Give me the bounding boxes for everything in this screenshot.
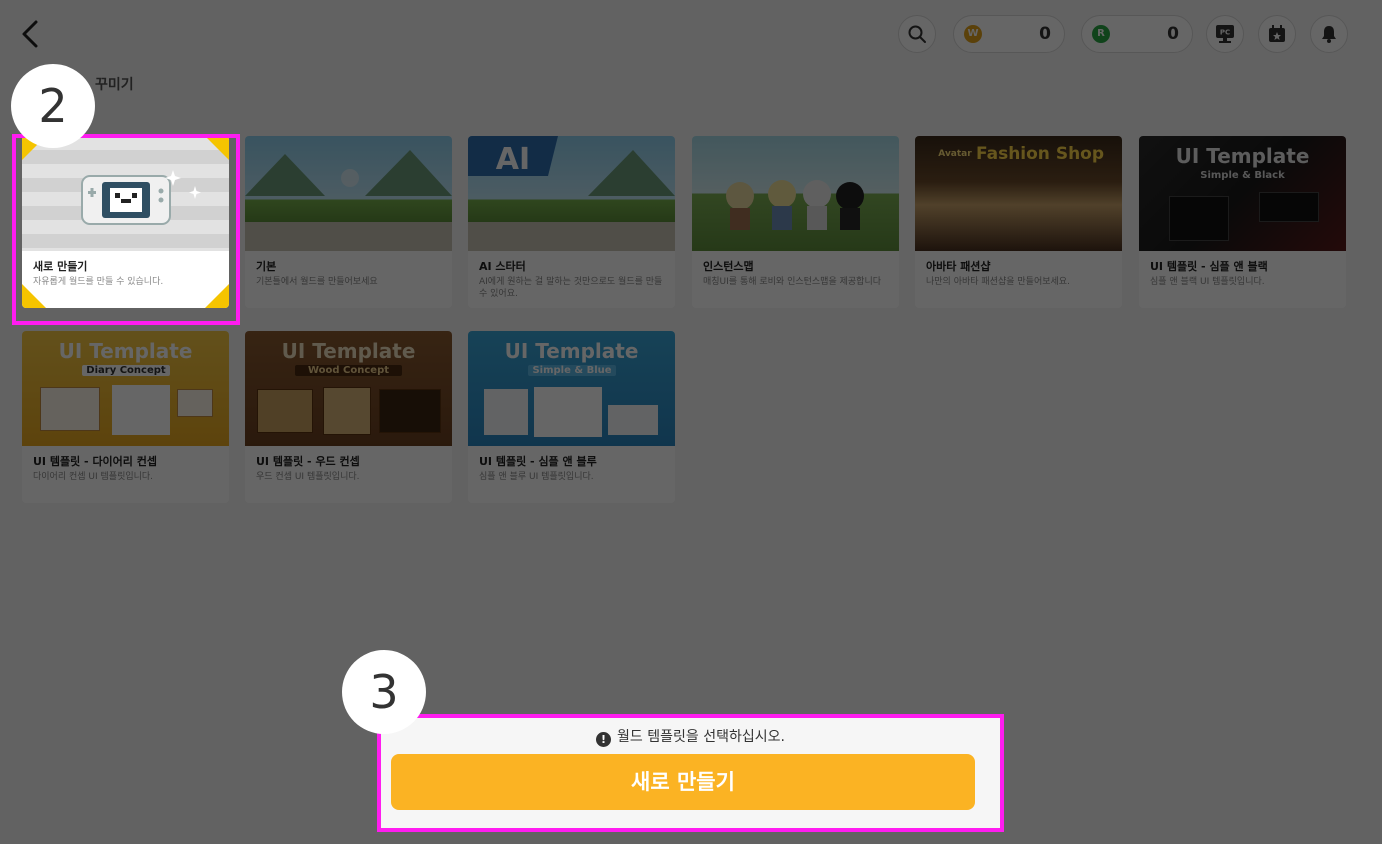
thumb-title: AI (495, 142, 531, 177)
template-card-fashion-shop[interactable]: Avatar Fashion Shop 아바타 패션샵 나만의 아바타 패션샵을… (915, 136, 1122, 308)
card-title: AI 스타터 (479, 260, 526, 273)
template-card-simple-black[interactable]: UI Template Simple & Black UI 템플릿 - 심플 앤… (1139, 136, 1346, 308)
card-title: UI 템플릿 - 다이어리 컨셉 (33, 455, 157, 468)
mock-panel (379, 389, 441, 433)
coin-r-icon: R (1092, 25, 1110, 43)
card-desc: 기본틀에서 월드를 만들어보세요 (256, 277, 378, 287)
thumb-title: Fashion Shop (975, 144, 1105, 164)
search-button[interactable] (898, 15, 936, 53)
thumb-title: UI Template (504, 339, 639, 363)
currency-w-value: 0 (1039, 24, 1051, 44)
notification-button[interactable] (1310, 15, 1348, 53)
template-thumbnail: Avatar Fashion Shop (915, 136, 1122, 251)
thumb-subtitle: Avatar (938, 149, 972, 159)
card-title: UI 템플릿 - 심플 앤 블루 (479, 455, 597, 468)
mock-panel (40, 387, 100, 431)
template-card-basic[interactable]: 기본 기본틀에서 월드를 만들어보세요 (245, 136, 452, 308)
card-title: UI 템플릿 - 우드 컨셉 (256, 455, 360, 468)
card-desc: AI에게 원하는 걸 말하는 것만으로도 월드를 만들 수 있어요. (479, 277, 663, 299)
mock-panel (1259, 192, 1319, 222)
step-badge-2: 2 (11, 64, 95, 148)
template-card-wood[interactable]: UI Template Wood Concept UI 템플릿 - 우드 컨셉 … (245, 331, 452, 503)
card-title: 기본 (256, 260, 277, 273)
template-thumbnail: UI Template Simple & Blue (468, 331, 675, 446)
back-button[interactable] (16, 18, 46, 50)
card-desc: 심플 앤 블랙 UI 템플릿입니다. (1150, 277, 1265, 287)
bell-icon (1322, 26, 1336, 43)
chevron-left-icon (22, 20, 38, 48)
mock-panel (112, 385, 170, 435)
template-card-diary[interactable]: UI Template Diary Concept UI 템플릿 - 다이어리 … (22, 331, 229, 503)
currency-w-chip[interactable]: W 0 (953, 15, 1065, 53)
thumb-title: UI Template (281, 339, 416, 363)
highlight-frame-bottom (377, 714, 1004, 832)
pc-monitor-icon: PC (1216, 25, 1234, 43)
template-thumbnail (245, 136, 452, 251)
highlight-frame-card (12, 134, 240, 325)
thumb-subtitle: Simple & Blue (528, 365, 616, 376)
template-card-instance-map[interactable]: 인스턴스맵 매칭UI를 통해 로비와 인스턴스맵을 제공합니다 (692, 136, 899, 308)
coin-w-icon: W (964, 25, 982, 43)
mock-panel (257, 389, 313, 433)
card-desc: 나만의 아바타 패션샵을 만들어보세요. (926, 277, 1070, 287)
pc-button[interactable]: PC (1206, 15, 1244, 53)
template-thumbnail: AI (468, 136, 675, 251)
card-title: 인스턴스맵 (703, 260, 754, 273)
currency-r-value: 0 (1167, 24, 1179, 44)
mock-panel (608, 405, 658, 435)
template-card-simple-blue[interactable]: UI Template Simple & Blue UI 템플릿 - 심플 앤 … (468, 331, 675, 503)
calendar-button[interactable] (1258, 15, 1296, 53)
landscape-art (245, 150, 452, 251)
template-card-ai-starter[interactable]: AI AI 스타터 AI에게 원하는 걸 말하는 것만으로도 월드를 만들 수 … (468, 136, 675, 308)
card-desc: 심플 앤 블루 UI 템플릿입니다. (479, 472, 594, 482)
thumb-subtitle: Simple & Black (1200, 170, 1285, 181)
card-desc: 우드 컨셉 UI 템플릿입니다. (256, 472, 360, 482)
calendar-icon (1269, 25, 1285, 42)
characters-art (726, 180, 864, 230)
thumb-title: UI Template (58, 339, 193, 363)
card-title: 아바타 패션샵 (926, 260, 991, 273)
card-desc: 매칭UI를 통해 로비와 인스턴스맵을 제공합니다 (703, 277, 882, 287)
thumb-subtitle: Wood Concept (295, 365, 402, 376)
mock-panel (323, 387, 371, 435)
template-thumbnail: UI Template Diary Concept (22, 331, 229, 446)
template-thumbnail (692, 136, 899, 251)
mock-panel (534, 387, 602, 437)
mock-panel (1169, 196, 1229, 241)
card-title: UI 템플릿 - 심플 앤 블랙 (1150, 260, 1268, 273)
mock-panel (484, 389, 528, 435)
mock-panel (177, 389, 213, 417)
card-desc: 다이어리 컨셉 UI 템플릿입니다. (33, 472, 154, 482)
pc-label: PC (1220, 29, 1230, 37)
template-thumbnail: UI Template Simple & Black (1139, 136, 1346, 251)
thumb-subtitle: Diary Concept (82, 365, 170, 376)
currency-r-chip[interactable]: R 0 (1081, 15, 1193, 53)
thumb-title: UI Template (1175, 144, 1310, 168)
section-title: 꾸미기 (95, 77, 134, 93)
search-icon (908, 25, 926, 43)
template-thumbnail: UI Template Wood Concept (245, 331, 452, 446)
step-badge-3: 3 (342, 650, 426, 734)
